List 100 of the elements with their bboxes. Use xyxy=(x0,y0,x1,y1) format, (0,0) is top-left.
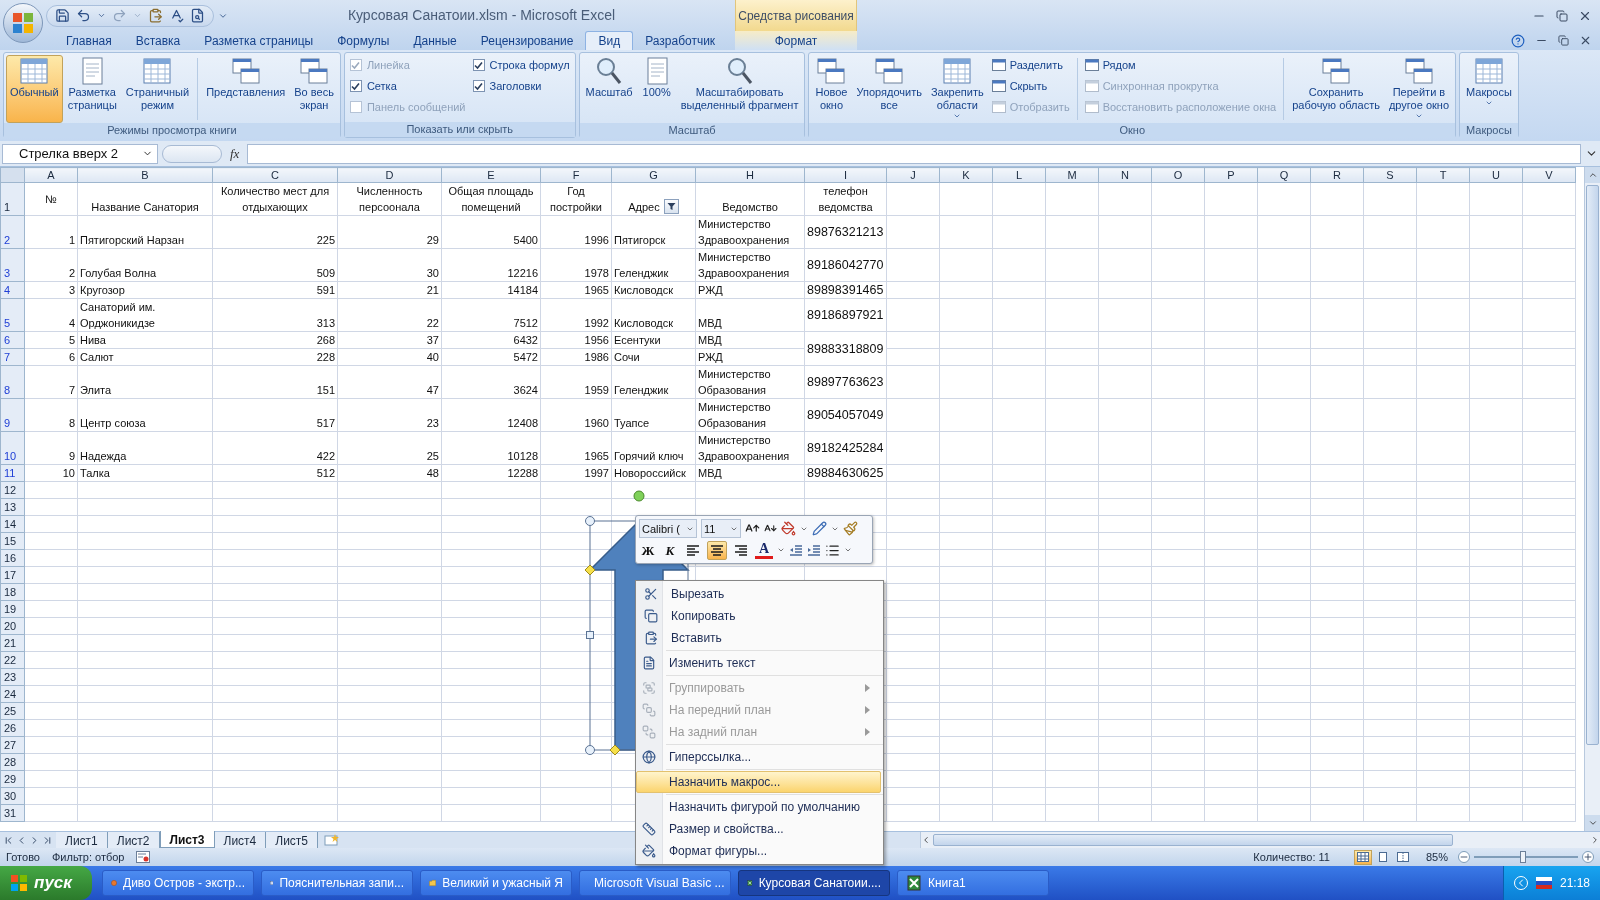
taskbar-button[interactable]: Великий и ужасный Я xyxy=(420,870,572,896)
font-color-button[interactable]: A xyxy=(755,541,773,560)
undo-icon[interactable] xyxy=(76,8,91,23)
column-header[interactable]: J xyxy=(886,167,940,183)
ribbon-button[interactable]: Разделить xyxy=(991,56,1070,74)
ribbon-tab[interactable]: Вид xyxy=(585,31,634,50)
column-header[interactable]: H xyxy=(695,167,805,183)
ribbon-tab[interactable]: Рецензирование xyxy=(468,31,586,50)
filter-button[interactable] xyxy=(663,199,679,214)
rotate-handle[interactable] xyxy=(633,490,645,502)
column-header[interactable]: G xyxy=(611,167,696,183)
ribbon-button[interactable]: Упорядочить все xyxy=(852,55,926,123)
increase-indent-icon[interactable] xyxy=(807,543,821,557)
menu-item[interactable]: Назначить фигурой по умолчанию xyxy=(636,796,881,818)
print-preview-icon[interactable] xyxy=(190,8,205,23)
bullets-icon[interactable] xyxy=(825,542,840,558)
column-header[interactable]: D xyxy=(337,167,442,183)
menu-item[interactable]: Копировать xyxy=(638,605,881,627)
restore-icon[interactable] xyxy=(1556,9,1568,22)
decrease-indent-icon[interactable] xyxy=(789,543,803,557)
first-sheet-icon[interactable] xyxy=(3,834,14,846)
zoom-in-icon[interactable] xyxy=(1582,851,1594,863)
format-painter-icon[interactable] xyxy=(843,521,858,537)
sheet-tab[interactable]: Лист1 xyxy=(56,832,108,848)
scroll-down-icon[interactable] xyxy=(1587,818,1598,828)
column-header[interactable]: F xyxy=(540,167,612,183)
checkbox-label[interactable]: Строка формул xyxy=(489,56,570,74)
ribbon-tab[interactable]: Вставка xyxy=(123,31,193,50)
vertical-scrollbar[interactable] xyxy=(1584,167,1600,831)
horizontal-scrollbar[interactable] xyxy=(920,832,1600,848)
row-header[interactable]: 5 xyxy=(0,298,25,332)
scroll-right-icon[interactable] xyxy=(1590,835,1600,845)
ribbon-button[interactable]: Макросы xyxy=(1462,55,1516,123)
adjust-handle[interactable] xyxy=(584,564,596,576)
ribbon-tab[interactable]: Разметка страницы xyxy=(192,31,326,50)
resize-handle[interactable] xyxy=(586,631,594,639)
ribbon-button[interactable]: Представления xyxy=(202,55,290,123)
column-header[interactable]: A xyxy=(24,167,78,183)
column-header[interactable]: S xyxy=(1363,167,1417,183)
restore-icon[interactable] xyxy=(1558,35,1569,46)
last-sheet-icon[interactable] xyxy=(42,834,53,846)
name-box[interactable]: Стрелка вверх 2 xyxy=(2,143,158,164)
slider-thumb[interactable] xyxy=(1519,851,1526,863)
column-header[interactable]: I xyxy=(804,167,887,183)
ribbon-button[interactable]: Страничный режим xyxy=(121,55,194,123)
sheet-tab[interactable]: Лист3 xyxy=(159,831,215,848)
row-header[interactable]: 2 xyxy=(0,215,25,249)
sheet-tab[interactable]: Лист2 xyxy=(107,832,160,848)
column-header[interactable]: P xyxy=(1204,167,1258,183)
column-header[interactable]: L xyxy=(992,167,1046,183)
resize-handle[interactable] xyxy=(585,516,595,526)
close-icon[interactable] xyxy=(1579,34,1592,47)
ribbon-button[interactable]: Обычный xyxy=(6,55,63,123)
menu-item[interactable]: Вырезать xyxy=(638,583,881,605)
ribbon-button[interactable]: Закрепить области xyxy=(926,55,988,123)
menu-item[interactable]: Размер и свойства... xyxy=(636,818,881,840)
insert-function-button[interactable]: fx xyxy=(226,143,244,164)
menu-item[interactable]: Вставить xyxy=(638,627,881,649)
ribbon-button[interactable]: Масштабировать выделенный фрагмент xyxy=(676,55,803,123)
column-header[interactable]: O xyxy=(1151,167,1205,183)
view-button[interactable] xyxy=(1353,849,1372,865)
sheet-tab[interactable]: Лист5 xyxy=(266,832,319,848)
scroll-thumb[interactable] xyxy=(1586,185,1599,745)
row-header[interactable]: 10 xyxy=(0,431,25,465)
ribbon-button[interactable]: Сохранить рабочую область xyxy=(1288,55,1384,123)
checkbox[interactable] xyxy=(472,80,485,92)
ribbon-button[interactable]: Перейти в другое окно xyxy=(1384,55,1453,123)
resize-handle[interactable] xyxy=(585,745,595,755)
column-header[interactable]: Q xyxy=(1257,167,1311,183)
row-header[interactable]: 9 xyxy=(0,398,25,432)
checkbox[interactable] xyxy=(472,59,485,71)
column-header[interactable]: B xyxy=(77,167,213,183)
taskbar-button[interactable]: Пояснительная запи... xyxy=(261,870,413,896)
column-header[interactable]: R xyxy=(1310,167,1364,183)
help-icon[interactable] xyxy=(1511,33,1525,48)
italic-button[interactable]: К xyxy=(661,541,679,560)
row-header[interactable]: 1 xyxy=(0,182,25,216)
column-header[interactable]: V xyxy=(1522,167,1576,183)
menu-item[interactable]: Назначить макрос... xyxy=(636,771,881,793)
redo-icon[interactable] xyxy=(112,8,127,23)
ribbon-tab[interactable]: Разработчик xyxy=(633,31,728,50)
column-header[interactable]: M xyxy=(1045,167,1099,183)
sheet-tab[interactable]: Лист4 xyxy=(214,832,267,848)
line-color-icon[interactable] xyxy=(812,521,827,537)
zoom-slider[interactable] xyxy=(1474,851,1578,863)
bold-button[interactable]: Ж xyxy=(639,541,657,560)
splitter-handle[interactable] xyxy=(162,144,222,163)
ribbon-tab[interactable]: Формулы xyxy=(325,31,402,50)
caret-icon[interactable] xyxy=(97,11,106,20)
row-header[interactable]: 8 xyxy=(0,365,25,399)
font-size-field[interactable]: 11 xyxy=(701,519,741,539)
menu-item[interactable]: Формат фигуры... xyxy=(636,840,881,862)
ribbon-tab[interactable]: Формат xyxy=(735,31,857,50)
menu-item[interactable]: Гиперссылка... xyxy=(636,746,881,768)
ribbon-tab[interactable]: Данные xyxy=(401,31,469,50)
record-macro-icon[interactable] xyxy=(136,851,151,863)
column-header[interactable]: K xyxy=(939,167,993,183)
ribbon-button[interactable]: Масштаб xyxy=(581,55,637,123)
taskbar-button[interactable]: Книга1 xyxy=(897,870,1049,896)
font-field[interactable]: Calibri ( xyxy=(639,519,697,539)
